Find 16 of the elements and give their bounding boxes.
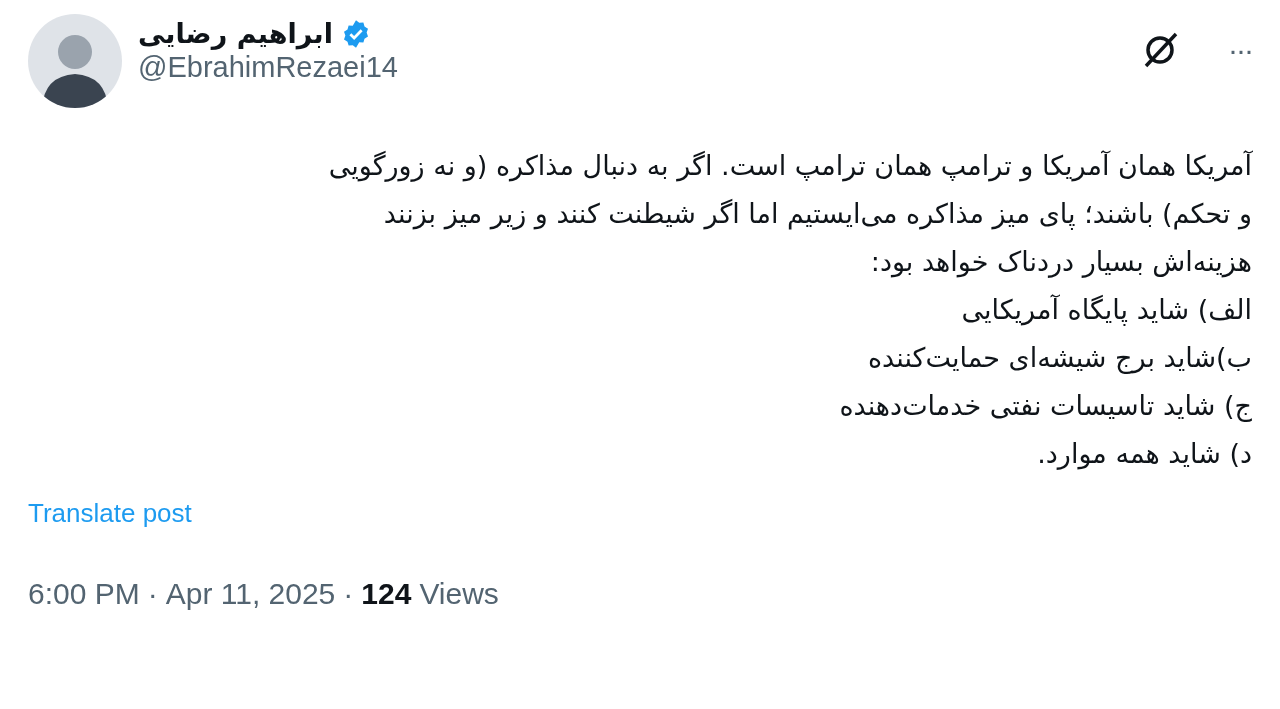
author-handle[interactable]: @EbrahimRezaei14 <box>138 50 398 86</box>
views-label: Views <box>419 576 499 612</box>
author-name[interactable]: ابراهیم رضایی <box>138 18 333 51</box>
separator-dot: · <box>343 576 354 612</box>
post-text-line: آمریکا همان آمریکا و ترامپ همان ترامپ است. اگر به دنبال مذاکره (و نه زورگویی <box>327 149 1252 184</box>
post-text-line: الف) شاید پایگاه آمریکایی <box>960 293 1252 328</box>
views-count: 124 <box>361 576 412 612</box>
post-text-line: ج) شاید تاسیسات نفتی خدمات‌دهنده <box>838 389 1252 424</box>
more-button[interactable]: ··· <box>1228 35 1252 65</box>
post-text-line: هزینه‌اش بسیار دردناک خواهد بود: <box>869 245 1252 280</box>
post-text-line: ب)شاید برج شیشه‌ای حمایت‌کننده <box>866 341 1252 376</box>
separator-dot: · <box>147 576 158 612</box>
post-time: 6:00 PM <box>28 576 140 612</box>
post-text-line: و تحکم) باشند؛ پای میز مذاکره می‌ایستیم اما اگر شیطنت کنند و زیر میز بزنند <box>382 197 1252 232</box>
post-text-line: د) شاید همه موارد. <box>1036 437 1252 472</box>
post-date: Apr 11, 2025 <box>165 576 336 612</box>
